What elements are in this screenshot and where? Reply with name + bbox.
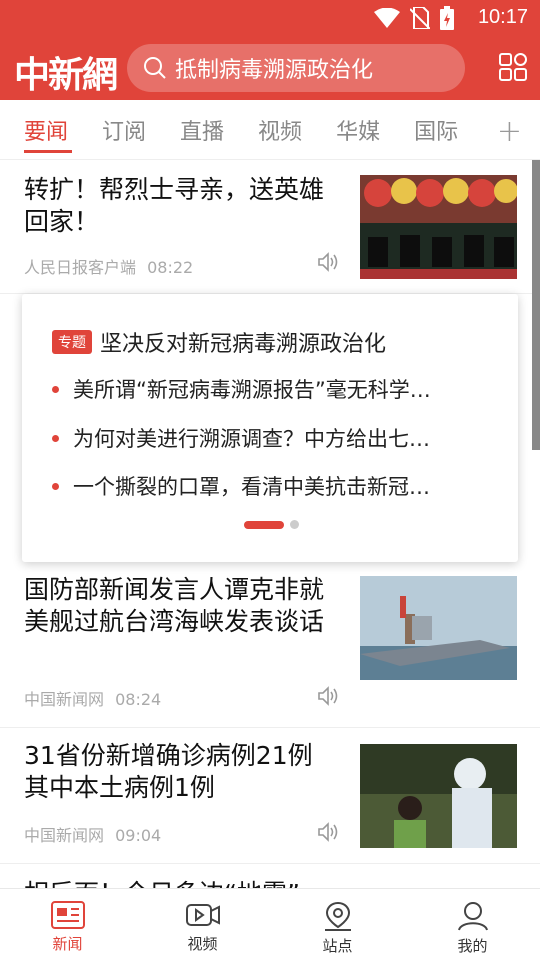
bullet-dot bbox=[52, 482, 59, 490]
scrollbar[interactable] bbox=[532, 160, 540, 450]
bullet-dot bbox=[52, 385, 59, 393]
nav-profile[interactable]: 我的 bbox=[405, 889, 540, 960]
topic-item-text: 为何对美进行溯源调查？中方给出七… bbox=[73, 427, 430, 451]
battery-icon bbox=[440, 6, 454, 30]
topic-item-text: 美所谓“新冠病毒溯源报告”毫无科学… bbox=[73, 378, 431, 402]
speaker-icon[interactable] bbox=[316, 684, 340, 708]
news-title: 国防部新闻发言人谭克非就美舰过航台湾海峡发表谈话 bbox=[24, 575, 325, 636]
nav-label: 我的 bbox=[457, 937, 488, 955]
nav-news[interactable]: 新闻 bbox=[0, 889, 135, 960]
speaker-icon[interactable] bbox=[316, 820, 340, 844]
status-icons bbox=[374, 6, 454, 30]
news-source: 中国新闻网 bbox=[24, 690, 105, 709]
tab-huamei[interactable]: 华媒 bbox=[336, 114, 380, 146]
news-meta: 中国新闻网 09:04 bbox=[24, 822, 161, 846]
search-text: 抵制病毒溯源政治化 bbox=[175, 58, 374, 83]
speaker-icon[interactable] bbox=[316, 250, 340, 274]
news-thumbnail bbox=[360, 175, 517, 279]
news-meta: 中国新闻网 08:24 bbox=[24, 686, 161, 710]
news-icon bbox=[50, 901, 85, 929]
nav-site[interactable]: 站点 bbox=[270, 889, 405, 960]
status-bar: 10:17 bbox=[0, 0, 540, 36]
carousel-indicator bbox=[244, 520, 299, 529]
nav-label: 站点 bbox=[322, 937, 353, 955]
topic-title: 坚决反对新冠病毒溯源政治化 bbox=[100, 332, 387, 357]
search-icon bbox=[144, 57, 166, 79]
tab-zhibo[interactable]: 直播 bbox=[180, 114, 224, 146]
channel-tabs: 要闻 订阅 直播 视频 华媒 国际 + bbox=[0, 100, 540, 160]
news-meta: 人民日报客户端 08:22 bbox=[24, 254, 193, 278]
news-title: 31省份新增确诊病例21例其中本土病例1例 bbox=[24, 741, 313, 802]
topic-item-text: 一个撕裂的口罩，看清中美抗击新冠… bbox=[73, 475, 430, 499]
tab-shipin[interactable]: 视频 bbox=[258, 114, 302, 146]
news-title: 转扩！帮烈士寻亲，送英雄回家！ bbox=[24, 175, 325, 236]
topic-header: 专题 坚决反对新冠病毒溯源政治化 bbox=[52, 326, 386, 358]
news-source: 中国新闻网 bbox=[24, 826, 105, 845]
location-icon bbox=[324, 901, 351, 931]
bottom-nav: 新闻 视频 站点 我的 bbox=[0, 888, 540, 960]
clock: 10:17 bbox=[477, 6, 528, 28]
topic-item[interactable]: 一个撕裂的口罩，看清中美抗击新冠… bbox=[52, 471, 492, 501]
partial-news-title: 相后面！今日多边“地震” bbox=[24, 874, 324, 888]
news-item[interactable]: 转扩！帮烈士寻亲，送英雄回家！ 人民日报客户端 08:22 bbox=[0, 160, 540, 294]
app-header: 中新網 抵制病毒溯源政治化 bbox=[0, 36, 540, 100]
video-icon bbox=[185, 904, 220, 926]
news-thumbnail bbox=[360, 576, 517, 680]
profile-icon bbox=[457, 902, 488, 931]
add-channel-button[interactable]: + bbox=[497, 114, 522, 149]
indicator-active bbox=[244, 520, 284, 529]
wifi-icon bbox=[374, 8, 400, 28]
news-source: 人民日报客户端 bbox=[24, 258, 137, 277]
no-sim-icon bbox=[410, 7, 430, 29]
tab-guoji[interactable]: 国际 bbox=[414, 114, 458, 146]
topic-item[interactable]: 为何对美进行溯源调查？中方给出七… bbox=[52, 423, 492, 453]
grid-menu-icon[interactable] bbox=[498, 52, 528, 82]
tab-dingyue[interactable]: 订阅 bbox=[102, 114, 146, 146]
active-tab-indicator bbox=[24, 150, 72, 153]
search-bar[interactable]: 抵制病毒溯源政治化 bbox=[127, 44, 465, 92]
news-time: 08:24 bbox=[115, 690, 162, 709]
news-item[interactable]: 31省份新增确诊病例21例其中本土病例1例 中国新闻网 09:04 bbox=[0, 728, 540, 864]
nav-label: 新闻 bbox=[52, 935, 83, 953]
bullet-dot bbox=[52, 434, 59, 442]
news-thumbnail bbox=[360, 744, 517, 848]
nav-label: 视频 bbox=[187, 935, 218, 953]
news-time: 08:22 bbox=[147, 258, 194, 277]
app-logo: 中新網 bbox=[14, 54, 118, 96]
topic-card[interactable]: 专题 坚决反对新冠病毒溯源政治化 美所谓“新冠病毒溯源报告”毫无科学… 为何对美… bbox=[22, 294, 518, 562]
indicator-inactive bbox=[290, 520, 299, 529]
news-item[interactable]: 国防部新闻发言人谭克非就美舰过航台湾海峡发表谈话 中国新闻网 08:24 bbox=[0, 562, 540, 728]
tab-yaowen[interactable]: 要闻 bbox=[24, 114, 68, 146]
topic-badge: 专题 bbox=[52, 330, 92, 354]
topic-item[interactable]: 美所谓“新冠病毒溯源报告”毫无科学… bbox=[52, 374, 492, 404]
nav-video[interactable]: 视频 bbox=[135, 889, 270, 960]
news-time: 09:04 bbox=[115, 826, 162, 845]
